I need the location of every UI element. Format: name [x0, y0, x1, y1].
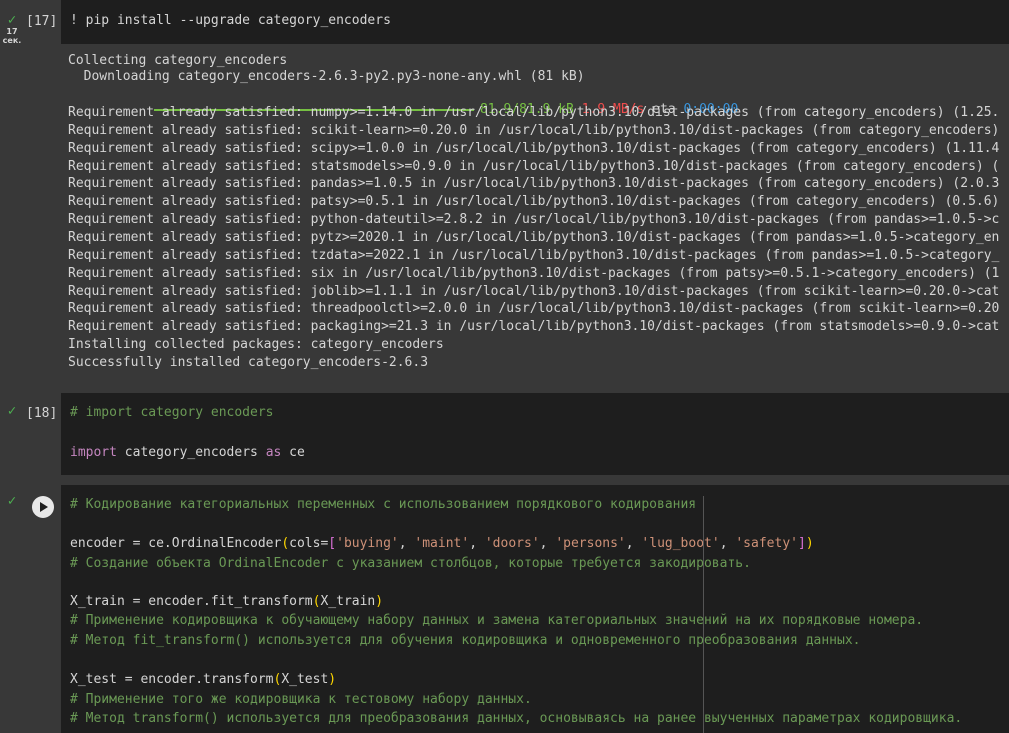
output-line: Requirement already satisfied: threadpoo…: [68, 301, 1000, 316]
code-comment: # Метод fit_transform() используется для…: [70, 633, 861, 648]
bracket: ): [328, 672, 337, 687]
runtime-unit: сек.: [2, 36, 22, 45]
string-literal: 'doors': [484, 536, 540, 551]
bracket: (: [281, 536, 290, 551]
output-line: Requirement already satisfied: pytz>=202…: [68, 230, 1000, 245]
string-literal: 'safety': [735, 536, 798, 551]
module-name: category_encoders: [116, 445, 266, 460]
output-line: Successfully installed category_encoders…: [68, 355, 429, 370]
output-line: Requirement already satisfied: patsy>=0.…: [68, 194, 1000, 209]
code-editor[interactable]: # import category encoders import catego…: [61, 393, 1009, 475]
play-icon: [40, 502, 48, 512]
code-text: ,: [719, 536, 736, 551]
code-comment: # Кодирование категориальных переменных …: [70, 497, 697, 512]
check-icon: ✓: [7, 12, 17, 28]
runtime-value: 17: [6, 27, 18, 36]
code-line: X_train = encoder.fit_transform(X_train): [70, 594, 383, 609]
output-line: Requirement already satisfied: packaging…: [68, 319, 1000, 334]
check-icon: ✓: [7, 493, 17, 509]
code-cell-18: ✓ [18] # import category encoders import…: [0, 393, 1009, 475]
string-literal: 'buying': [336, 536, 399, 551]
code-line: ! pip install --upgrade category_encoder…: [70, 13, 391, 28]
cell-output: Collecting category_encoders Downloading…: [56, 44, 1009, 385]
bracket: [: [328, 536, 337, 551]
output-line: Collecting category_encoders: [68, 53, 288, 68]
bracket: ): [805, 536, 814, 551]
output-line: Requirement already satisfied: joblib>=1…: [68, 284, 1000, 299]
code-text: ,: [469, 536, 485, 551]
code-cell-17: ✓ 17 сек. [17] ! pip install --upgrade c…: [0, 0, 1009, 385]
code-comment: # import category encoders: [70, 405, 274, 420]
output-line: Requirement already satisfied: python-da…: [68, 212, 1000, 227]
ruler-guide: [703, 496, 704, 733]
string-literal: 'persons': [555, 536, 626, 551]
code-line: import category_encoders as ce: [70, 445, 305, 460]
code-comment: # Создание объекта OrdinalEncoder с указ…: [70, 556, 751, 571]
output-line: Requirement already satisfied: six in /u…: [68, 266, 1000, 281]
code-text: encoder = ce.OrdinalEncoder: [70, 536, 282, 551]
code-text: X_train = encoder.fit_transform: [70, 594, 313, 609]
execution-count: [18]: [26, 406, 58, 421]
cell-status: ✓: [0, 494, 24, 508]
code-comment: # Метод transform() используется для пре…: [70, 711, 963, 726]
code-comment: # Применение кодировщика к обучающему на…: [70, 613, 924, 628]
output-line: Installing collected packages: category_…: [68, 337, 444, 352]
output-line: Requirement already satisfied: tzdata>=2…: [68, 248, 1000, 263]
code-text: X_test: [281, 672, 329, 687]
output-line: Requirement already satisfied: scikit-le…: [68, 123, 1000, 138]
string-literal: 'lug_boot': [641, 536, 720, 551]
run-cell-button[interactable]: [32, 496, 54, 518]
output-line: Requirement already satisfied: scipy>=1.…: [68, 141, 1000, 156]
output-line: Requirement already satisfied: statsmode…: [68, 159, 1000, 174]
string-literal: 'maint': [414, 536, 470, 551]
keyword-import: import: [70, 445, 117, 460]
code-text: cols=: [289, 536, 329, 551]
code-text: ,: [398, 536, 415, 551]
execution-count: [17]: [26, 14, 58, 29]
check-icon: ✓: [7, 403, 17, 419]
code-line: X_test = encoder.transform(X_test): [70, 672, 336, 687]
code-editor[interactable]: ! pip install --upgrade category_encoder…: [61, 0, 1009, 44]
cell-status: ✓ 17 сек.: [0, 13, 24, 45]
code-text: ,: [539, 536, 556, 551]
cell-status: ✓: [0, 404, 24, 418]
code-editor[interactable]: # Кодирование категориальных переменных …: [61, 485, 1009, 733]
code-comment: # Применение того же кодировщика к тесто…: [70, 692, 532, 707]
output-line: Requirement already satisfied: pandas>=1…: [68, 176, 1000, 191]
bracket: ): [375, 594, 384, 609]
keyword-as: as: [265, 445, 282, 460]
output-line: Requirement already satisfied: numpy>=1.…: [68, 105, 1000, 120]
output-line: Downloading category_encoders-2.6.3-py2.…: [68, 69, 585, 84]
bracket: ]: [797, 536, 806, 551]
code-cell-19: ✓ # Кодирование категориальных переменны…: [0, 485, 1009, 733]
module-alias: ce: [281, 445, 305, 460]
code-text: ,: [625, 536, 642, 551]
code-text: X_train: [320, 594, 376, 609]
code-text: X_test = encoder.transform: [70, 672, 274, 687]
